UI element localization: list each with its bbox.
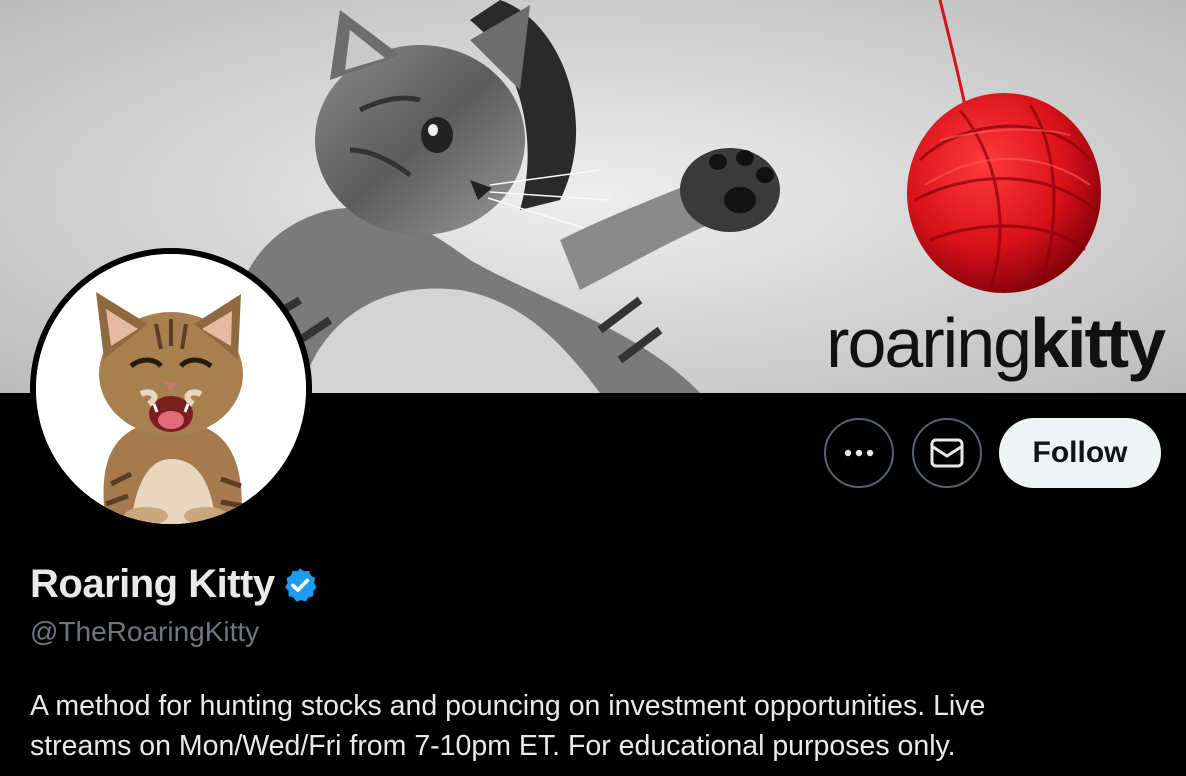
message-button[interactable]: [912, 418, 982, 488]
profile-bio: A method for hunting stocks and pouncing…: [30, 686, 1160, 766]
more-horizontal-icon: [844, 449, 874, 457]
banner-wordmark-thin: roaring: [826, 304, 1032, 382]
follow-button[interactable]: Follow: [999, 418, 1161, 488]
verified-badge-icon[interactable]: [281, 566, 319, 604]
banner-wordmark-bold: kitty: [1030, 304, 1166, 382]
bio-line: A method for hunting stocks and pouncing…: [30, 690, 986, 722]
envelope-icon: [930, 438, 964, 468]
bio-line: streams on Mon/Wed/Fri from 7-10pm ET. F…: [30, 730, 956, 762]
profile-handle: @TheRoaringKitty: [30, 616, 260, 647]
avatar-image: [36, 254, 306, 524]
profile-name-row: Roaring Kitty: [30, 562, 319, 607]
kitten-avatar-image: [36, 254, 306, 524]
more-options-button[interactable]: [824, 418, 894, 488]
display-name: Roaring Kitty: [30, 562, 275, 606]
profile-avatar[interactable]: [30, 248, 312, 530]
banner-wordmark: roaringkitty: [826, 308, 1166, 378]
